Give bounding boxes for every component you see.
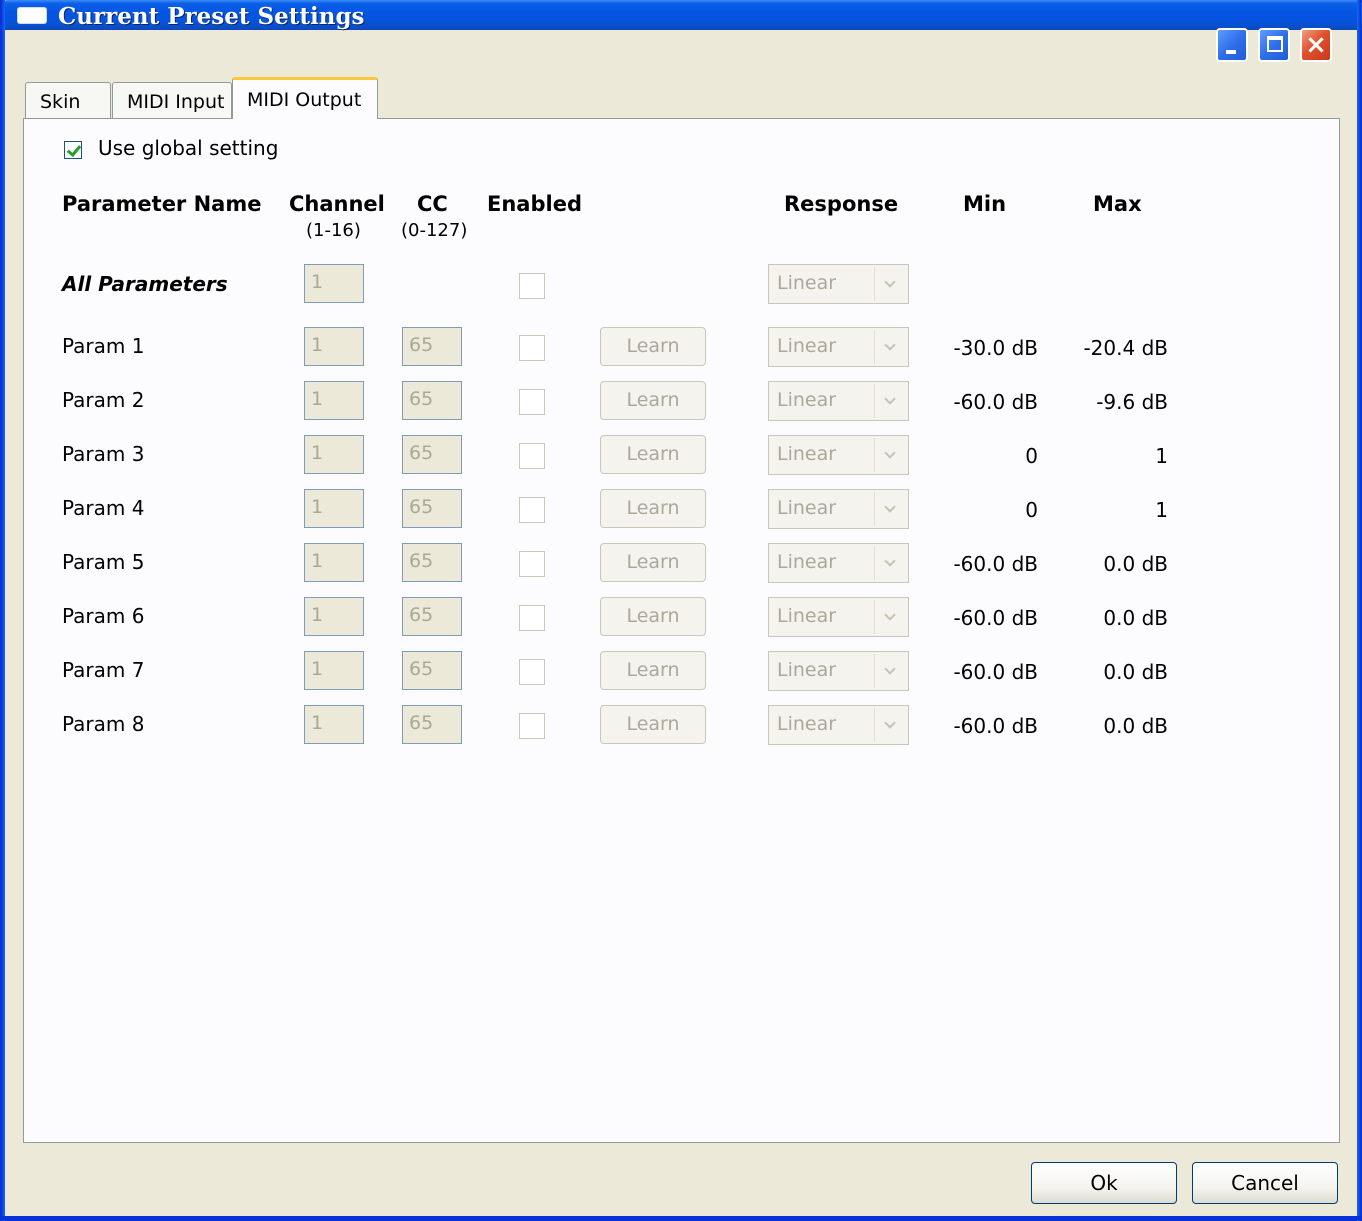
maximize-button[interactable] [1258, 28, 1290, 62]
tab-panel-midi-output [23, 118, 1340, 1143]
window-border-bottom [1, 1216, 1362, 1220]
maximize-icon [1267, 36, 1283, 52]
cancel-button[interactable]: Cancel [1192, 1162, 1338, 1204]
window-icon [18, 8, 46, 23]
window-border-right [1357, 0, 1361, 1221]
minimize-icon [1226, 50, 1236, 54]
close-button[interactable]: × [1300, 28, 1332, 62]
tab-midi-input[interactable]: MIDI Input [112, 82, 232, 118]
tab-midi-output[interactable]: MIDI Output [232, 77, 378, 119]
window-title: Current Preset Settings [58, 3, 365, 30]
close-icon: × [1305, 30, 1327, 60]
window-border-left [1, 0, 5, 1221]
tab-skin[interactable]: Skin [25, 82, 111, 118]
use-global-setting-checkbox[interactable] [64, 141, 82, 159]
title-bar[interactable]: Current Preset Settings [1, 0, 1362, 30]
minimize-button[interactable] [1216, 28, 1248, 62]
ok-button[interactable]: Ok [1031, 1162, 1177, 1204]
